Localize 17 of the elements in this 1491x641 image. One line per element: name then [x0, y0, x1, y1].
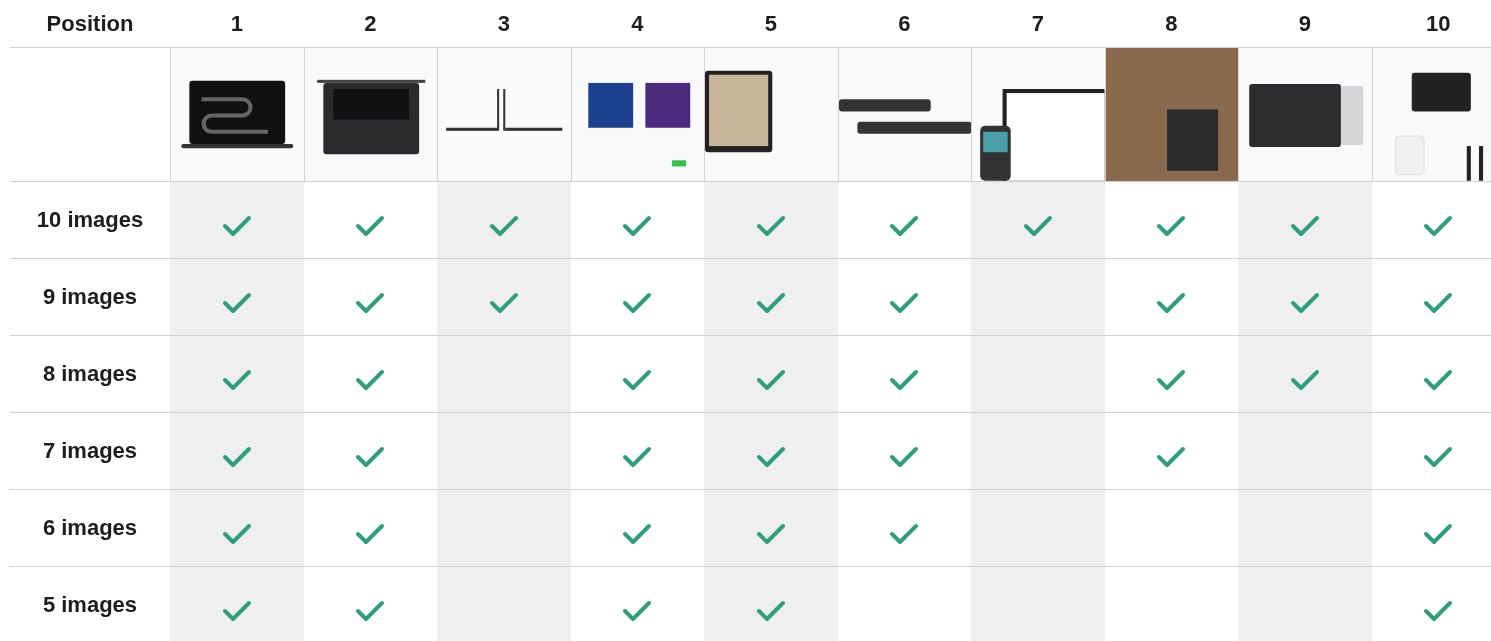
column-header: Position [46, 10, 134, 37]
column-header: 8 [1165, 10, 1178, 37]
row-label: 10 images [36, 207, 144, 233]
column-header: 2 [364, 10, 377, 37]
column-header: 10 [1426, 10, 1451, 37]
row-label: 5 images [42, 592, 138, 618]
column-header: 5 [764, 10, 777, 37]
row-label: 8 images [42, 361, 138, 387]
column-header: 3 [497, 10, 510, 37]
column-header: 4 [631, 10, 644, 37]
column-header: 9 [1298, 10, 1311, 37]
row-label: 9 images [42, 284, 138, 310]
row-label: 6 images [42, 515, 138, 541]
row-label: 7 images [42, 438, 138, 464]
column-header: 6 [898, 10, 911, 37]
column-header: 1 [230, 10, 243, 37]
column-header: 7 [1031, 10, 1044, 37]
